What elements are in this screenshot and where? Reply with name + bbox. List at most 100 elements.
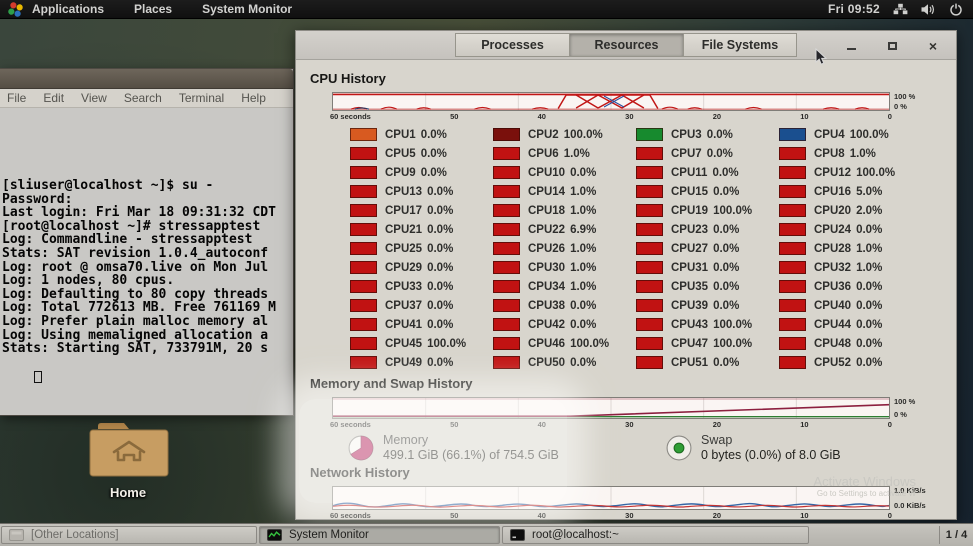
x-tick: 30 xyxy=(625,511,634,520)
cpu-percentage: 0.0% xyxy=(427,261,454,274)
x-tick: 30 xyxy=(625,420,634,429)
cpu-percentage: 0.0% xyxy=(427,185,454,198)
cpu-color-swatch xyxy=(350,242,377,255)
cpu-name: CPU33 xyxy=(385,280,423,293)
taskbar-button-system-monitor[interactable]: System Monitor xyxy=(259,526,500,544)
cpu-color-swatch xyxy=(779,299,806,312)
cpu-legend-item: CPU5 0.0% xyxy=(350,144,493,163)
terminal-menu-item[interactable]: File xyxy=(7,91,26,105)
cpu-percentage: 1.0% xyxy=(570,280,597,293)
cpu-color-swatch xyxy=(493,299,520,312)
cpu-name: CPU21 xyxy=(385,223,423,236)
terminal-output[interactable]: [sliuser@localhost ~]$ su - Password: Last… xyxy=(0,108,293,415)
panel-menu-item[interactable]: System Monitor xyxy=(202,2,292,16)
terminal-menu-item[interactable]: View xyxy=(81,91,107,105)
cpu-percentage: 0.0% xyxy=(420,147,447,160)
cpu-percentage: 0.0% xyxy=(856,356,883,369)
cpu-color-swatch xyxy=(350,185,377,198)
cpu-legend-item: CPU50 0.0% xyxy=(493,353,636,372)
cpu-color-swatch xyxy=(493,337,520,350)
terminal-menu-item[interactable]: Terminal xyxy=(179,91,224,105)
cpu-percentage: 0.0% xyxy=(856,337,883,350)
minimize-button[interactable] xyxy=(844,39,858,53)
cpu-name: CPU12 xyxy=(814,166,852,179)
cpu-y-axis: 100 % 0 % xyxy=(894,92,916,111)
network-icon[interactable] xyxy=(893,3,908,16)
cpu-legend-item: CPU17 0.0% xyxy=(350,201,493,220)
cpu-legend-item: CPU36 0.0% xyxy=(779,277,922,296)
cpu-name: CPU51 xyxy=(671,356,709,369)
volume-icon[interactable] xyxy=(921,3,936,16)
maximize-button[interactable] xyxy=(885,39,899,53)
power-icon[interactable] xyxy=(949,3,963,16)
cpu-percentage: 100.0% xyxy=(849,128,889,141)
cpu-percentage: 0.0% xyxy=(713,356,740,369)
system-monitor-titlebar[interactable]: Processes Resources File Systems × xyxy=(296,31,956,60)
x-tick: 40 xyxy=(537,420,546,429)
cpu-legend-item: CPU27 0.0% xyxy=(636,239,779,258)
desktop-icon-home[interactable]: Home xyxy=(76,422,180,500)
cpu-legend-item: CPU43 100.0% xyxy=(636,315,779,334)
terminal-line: Stats: SAT revision 1.0.4_autoconf xyxy=(2,245,269,261)
cpu-color-swatch xyxy=(350,166,377,179)
cpu-color-swatch xyxy=(779,261,806,274)
cpu-percentage: 5.0% xyxy=(856,185,883,198)
x-tick: 0 xyxy=(887,511,892,520)
cpu-percentage: 0.0% xyxy=(713,242,740,255)
cpu-color-swatch xyxy=(636,147,663,160)
taskbar-button-label: System Monitor xyxy=(289,529,369,541)
x-tick: 20 xyxy=(712,420,722,429)
taskbar-button-other-locations[interactable]: [Other Locations] xyxy=(1,526,257,544)
cpu-legend-item: CPU35 0.0% xyxy=(636,277,779,296)
cpu-color-swatch xyxy=(636,204,663,217)
cpu-legend-item: CPU48 0.0% xyxy=(779,334,922,353)
x-tick: 50 xyxy=(450,112,459,121)
cpu-legend-item: CPU33 0.0% xyxy=(350,277,493,296)
cpu-legend-item: CPU29 0.0% xyxy=(350,258,493,277)
terminal-line: [root@localhost ~]# stressapptest xyxy=(2,218,261,234)
cpu-name: CPU40 xyxy=(814,299,852,312)
taskbar-button-terminal[interactable]: root@localhost:~ xyxy=(502,526,809,544)
tab-processes[interactable]: Processes xyxy=(455,33,569,57)
close-button[interactable]: × xyxy=(926,39,940,53)
terminal-menu-item[interactable]: Help xyxy=(241,91,266,105)
workspace-switcher[interactable]: 1 / 4 xyxy=(939,526,973,544)
network-x-axis: 60 seconds 50 40 30 20 10 0 xyxy=(330,511,892,520)
x-tick: 10 xyxy=(800,511,809,520)
panel-menu-item[interactable]: Applications xyxy=(32,2,104,16)
terminal-line: Log: Total 772613 MB. Free 761169 M xyxy=(2,300,276,316)
cpu-color-swatch xyxy=(636,299,663,312)
panel-menu-item[interactable]: Places xyxy=(134,2,172,16)
cpu-percentage: 100.0% xyxy=(570,337,610,350)
tab-resources[interactable]: Resources xyxy=(569,33,683,57)
distro-logo-icon[interactable] xyxy=(6,0,25,18)
x-tick: 0 xyxy=(887,420,892,429)
cpu-legend-item: CPU21 0.0% xyxy=(350,220,493,239)
cpu-name: CPU24 xyxy=(814,223,852,236)
terminal-line: Log: root @ omsa70.live on Mon Jul xyxy=(2,259,269,275)
terminal-lines: [sliuser@localhost ~]$ su - Password: Last… xyxy=(2,138,293,356)
x-tick: 0 xyxy=(887,112,892,121)
taskbar-button-label: [Other Locations] xyxy=(31,529,119,541)
x-tick: 20 xyxy=(712,511,722,520)
panel-menus: Applications Places System Monitor xyxy=(32,2,292,16)
cpu-legend-item: CPU39 0.0% xyxy=(636,296,779,315)
cpu-name: CPU14 xyxy=(528,185,566,198)
cpu-color-swatch xyxy=(350,261,377,274)
cpu-name: CPU7 xyxy=(671,147,702,160)
cpu-name: CPU28 xyxy=(814,242,852,255)
x-tick: 60 seconds xyxy=(330,112,371,121)
cpu-color-swatch xyxy=(493,223,520,236)
terminal-menu-item[interactable]: Search xyxy=(124,91,162,105)
clock[interactable]: Fri 09:52 xyxy=(828,2,880,16)
taskbar: [Other Locations] System Monitor root@lo… xyxy=(0,523,973,546)
top-panel: Applications Places System Monitor Fri 09:… xyxy=(0,0,973,19)
cpu-percentage: 100.0% xyxy=(713,337,753,350)
terminal-titlebar[interactable] xyxy=(0,69,293,89)
terminal-menu-item[interactable]: Edit xyxy=(43,91,64,105)
cpu-color-swatch xyxy=(350,223,377,236)
tab-file-systems[interactable]: File Systems xyxy=(683,33,797,57)
cpu-percentage: 0.0% xyxy=(420,128,447,141)
cpu-percentage: 0.0% xyxy=(713,223,740,236)
cpu-legend-item: CPU30 1.0% xyxy=(493,258,636,277)
